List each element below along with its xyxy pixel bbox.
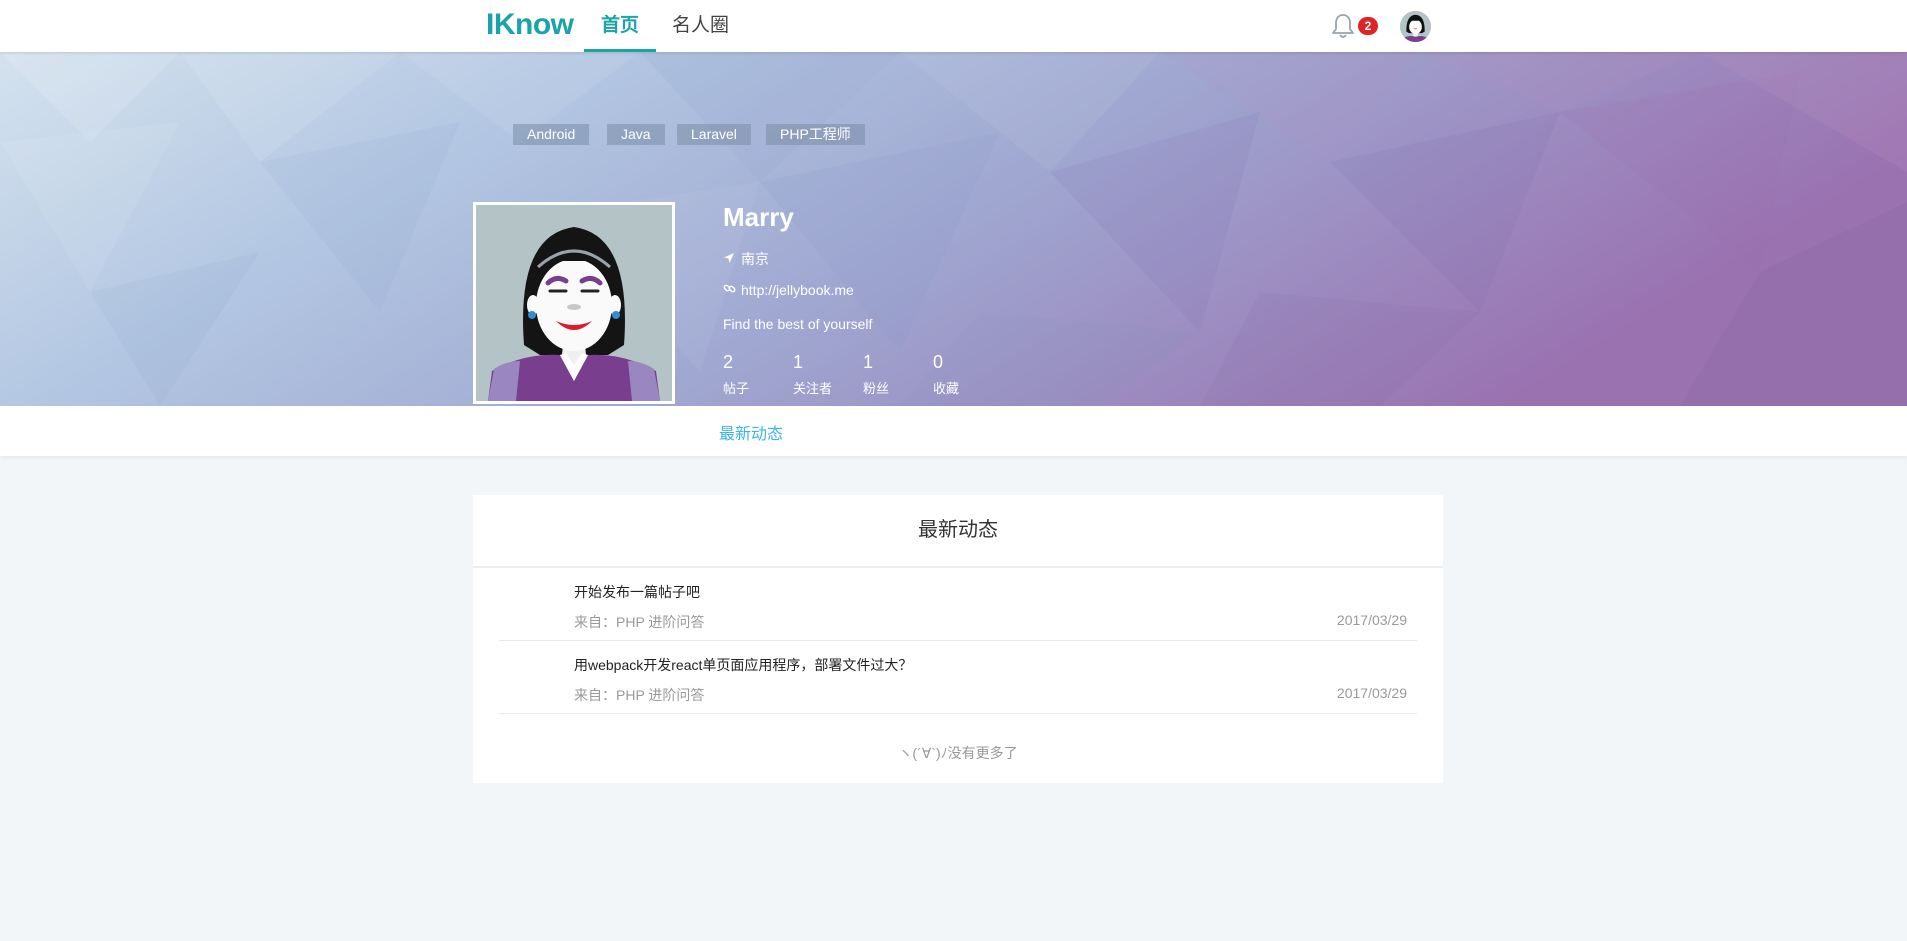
stat-followers-count[interactable]: 1	[793, 352, 803, 373]
nav-tab-celebrities[interactable]: 名人圈	[672, 0, 729, 52]
stat-posts-label[interactable]: 帖子	[723, 378, 749, 397]
banner-background	[0, 52, 1907, 406]
feed-item-date: 2017/03/29	[1336, 612, 1407, 628]
stat-fans-label[interactable]: 粉丝	[863, 378, 889, 397]
activity-feed-card: 最新动态 开始发布一篇帖子吧 来自：PHP 进阶问答 2017/03/29 用w…	[473, 495, 1443, 783]
feed-item-source: 来自：PHP 进阶问答	[574, 687, 705, 703]
feed-item: 用webpack开发react单页面应用程序，部署文件过大？ 来自：PHP 进阶…	[499, 641, 1417, 714]
stat-posts-count[interactable]: 2	[723, 352, 733, 373]
feed-item-title[interactable]: 开始发布一篇帖子吧	[574, 582, 700, 602]
notification-badge: 2	[1358, 17, 1378, 35]
stat-favorites-count[interactable]: 0	[933, 352, 943, 373]
profile-banner: Android Java Laravel PHP工程师	[0, 52, 1907, 406]
tag-laravel[interactable]: Laravel	[677, 124, 751, 145]
profile-bio: Find the best of yourself	[723, 316, 873, 332]
profile-website[interactable]: http://jellybook.me	[723, 282, 854, 298]
no-more-text: ヽ(´∀`)ﾉ没有更多了	[898, 745, 1018, 761]
location-text: 南京	[741, 251, 769, 267]
bell-icon[interactable]	[1330, 12, 1356, 40]
link-icon	[723, 282, 737, 298]
profile-photo	[473, 202, 675, 404]
feed-item-source: 来自：PHP 进阶问答	[574, 614, 705, 630]
feed-item-title[interactable]: 用webpack开发react单页面应用程序，部署文件过大？	[574, 655, 912, 675]
stat-fans-count[interactable]: 1	[863, 352, 873, 373]
tab-latest-activity[interactable]: 最新动态	[719, 420, 783, 444]
stat-favorites-label[interactable]: 收藏	[933, 378, 959, 397]
user-avatar[interactable]	[1400, 11, 1431, 42]
stat-followers-label[interactable]: 关注者	[793, 378, 832, 397]
tag-java[interactable]: Java	[607, 124, 665, 145]
logo[interactable]: IKnow	[486, 8, 574, 42]
top-navbar: IKnow 首页 名人圈 2	[0, 0, 1907, 52]
profile-name: Marry	[723, 202, 794, 232]
website-link[interactable]: http://jellybook.me	[741, 282, 854, 298]
feed-title: 最新动态	[473, 495, 1443, 568]
location-arrow-icon	[723, 251, 737, 267]
feed-item-date: 2017/03/29	[1336, 685, 1407, 701]
profile-subnav: 最新动态	[0, 406, 1907, 456]
tag-android[interactable]: Android	[513, 124, 590, 145]
nav-tab-home[interactable]: 首页	[584, 0, 656, 52]
profile-location: 南京	[723, 249, 769, 269]
feed-item: 开始发布一篇帖子吧 来自：PHP 进阶问答 2017/03/29	[499, 568, 1417, 641]
tag-php-engineer[interactable]: PHP工程师	[766, 124, 865, 145]
